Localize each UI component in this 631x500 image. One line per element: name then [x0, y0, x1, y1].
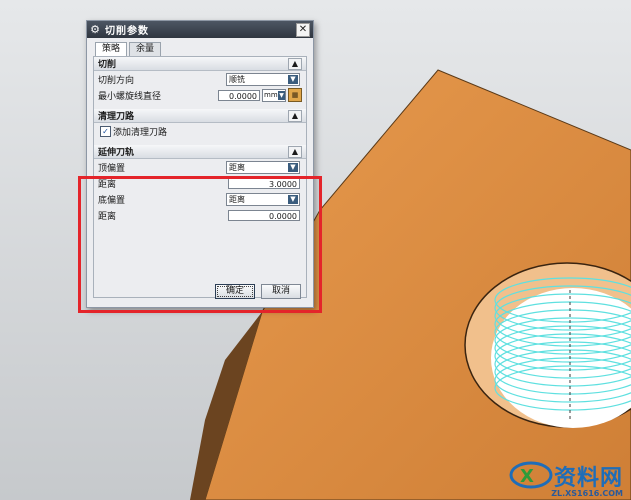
section-cleanup-label: 清理刀路: [98, 112, 135, 122]
watermark-logo-icon: X: [509, 461, 553, 489]
highlight-box: [78, 176, 322, 313]
watermark-brand: 资料网: [553, 466, 623, 491]
chevron-down-icon[interactable]: ▼: [288, 74, 298, 84]
section-extend-header[interactable]: 延伸刀轨 ▲: [94, 145, 306, 159]
min-diameter-row: 最小螺旋线直径 0.0000 mm ▼ ▦: [94, 87, 306, 103]
cut-direction-select[interactable]: 顺铣 ▼: [226, 72, 300, 86]
chevron-down-icon[interactable]: ▼: [278, 90, 285, 100]
top-offset-select[interactable]: 距离 ▼: [226, 160, 300, 174]
collapse-icon[interactable]: ▲: [288, 109, 302, 122]
section-extend-label: 延伸刀轨: [98, 148, 135, 158]
formula-icon[interactable]: ▦: [288, 88, 302, 102]
dialog-titlebar[interactable]: ⚙ 切削参数 ✕: [87, 21, 313, 38]
svg-text:X: X: [520, 466, 534, 487]
section-cutting-label: 切削: [98, 60, 117, 70]
cut-direction-value: 顺铣: [229, 74, 245, 84]
min-diameter-input[interactable]: 0.0000: [218, 89, 260, 101]
section-cutting-header[interactable]: 切削 ▲: [94, 57, 306, 71]
min-diameter-label: 最小螺旋线直径: [98, 91, 162, 102]
dialog-title: 切削参数: [105, 26, 149, 37]
watermark: X 资料网 ZL.XS1616.COM: [508, 458, 623, 498]
unit-value: mm: [264, 91, 278, 99]
collapse-icon[interactable]: ▲: [288, 57, 302, 70]
add-cleanup-row[interactable]: ✓ 添加清理刀路: [94, 123, 306, 139]
add-cleanup-label: 添加清理刀路: [113, 127, 168, 138]
collapse-icon[interactable]: ▲: [288, 145, 302, 158]
section-cleanup-header[interactable]: 清理刀路 ▲: [94, 109, 306, 123]
tab-bar: 策略 余量: [87, 38, 313, 56]
cut-direction-row: 切削方向 顺铣 ▼: [94, 71, 306, 87]
tab-strategy[interactable]: 策略: [95, 42, 128, 56]
watermark-url: ZL.XS1616.COM: [551, 489, 623, 498]
gear-icon: ⚙: [90, 23, 100, 36]
tab-stock[interactable]: 余量: [129, 42, 162, 56]
add-cleanup-checkbox[interactable]: ✓: [100, 125, 111, 137]
top-offset-value: 距离: [229, 162, 245, 172]
chevron-down-icon[interactable]: ▼: [288, 162, 298, 172]
top-offset-row: 顶偏置 距离 ▼: [94, 159, 306, 175]
unit-select[interactable]: mm ▼: [262, 88, 286, 102]
top-offset-label: 顶偏置: [98, 163, 126, 174]
cut-direction-label: 切削方向: [98, 75, 135, 86]
close-button[interactable]: ✕: [296, 22, 310, 37]
